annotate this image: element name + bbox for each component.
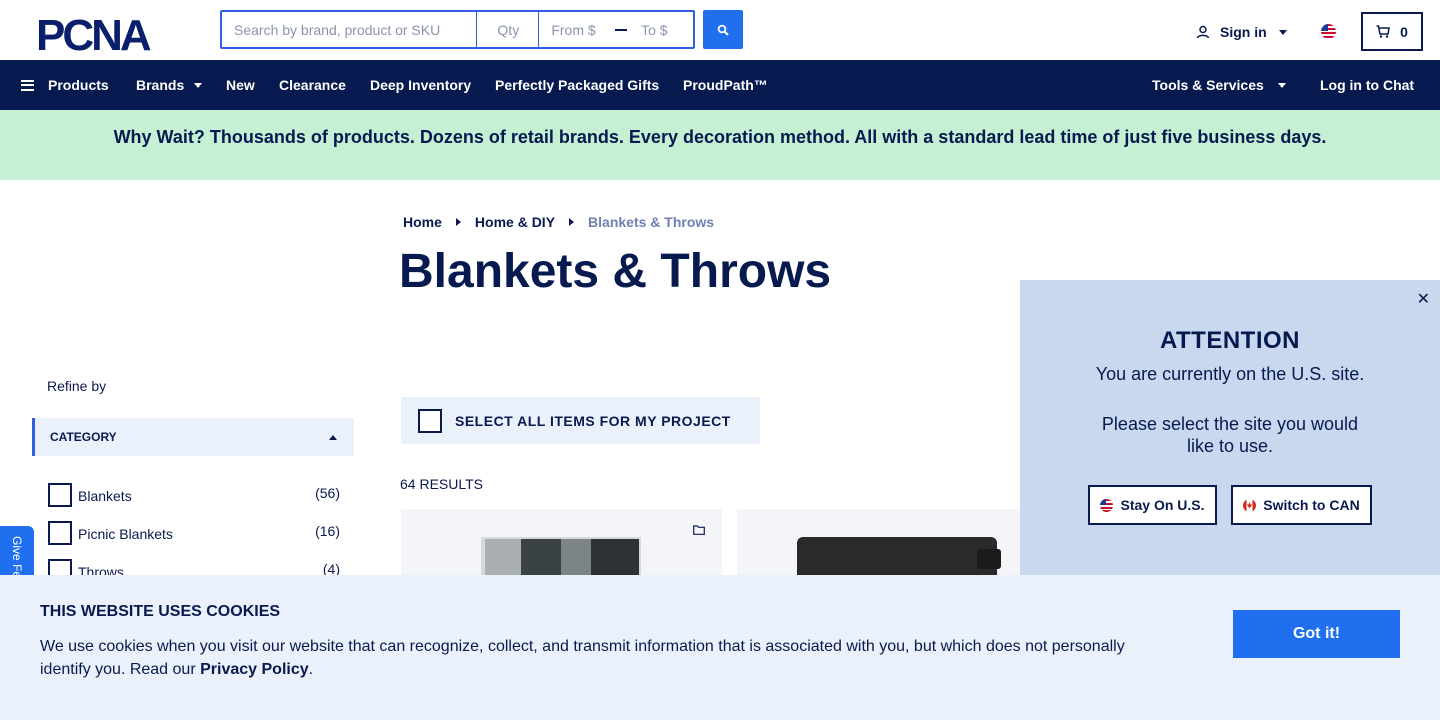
nav-new[interactable]: New bbox=[226, 60, 255, 110]
sign-in-menu[interactable]: Sign in bbox=[1196, 22, 1287, 42]
facet-count: (16) bbox=[315, 523, 340, 539]
cookie-title: THIS WEBSITE USES COOKIES bbox=[40, 603, 281, 620]
region-attention-panel: ✕ ATTENTION You are currently on the U.S… bbox=[1020, 280, 1440, 580]
nav-clearance[interactable]: Clearance bbox=[279, 60, 346, 110]
chevron-right-icon bbox=[455, 218, 461, 226]
nav-chat-login[interactable]: Log in to Chat bbox=[1320, 60, 1414, 110]
nav-tools-label: Tools & Services bbox=[1152, 77, 1264, 93]
checkbox[interactable] bbox=[48, 483, 72, 507]
user-icon bbox=[1196, 25, 1210, 39]
promo-text: Why Wait? Thousands of products. Dozens … bbox=[113, 126, 1327, 147]
nav-chat-label: Log in to Chat bbox=[1320, 77, 1415, 93]
facet-count: (56) bbox=[315, 485, 340, 501]
folder-icon[interactable] bbox=[693, 525, 705, 535]
price-from-input[interactable]: From $ bbox=[539, 12, 609, 47]
us-flag-icon[interactable] bbox=[1321, 24, 1336, 39]
stay-us-label: Stay On U.S. bbox=[1120, 497, 1205, 513]
promo-banner: Why Wait? Thousands of products. Dozens … bbox=[0, 110, 1440, 180]
site-header: PCNA Search by brand, product or SKU Qty… bbox=[0, 0, 1440, 60]
nav-deep-inventory-label: Deep Inventory bbox=[370, 77, 472, 93]
menu-icon bbox=[21, 79, 34, 91]
search-icon bbox=[717, 24, 729, 36]
nav-gifts[interactable]: Perfectly Packaged Gifts bbox=[495, 60, 659, 110]
switch-can-label: Switch to CAN bbox=[1263, 497, 1360, 513]
search-button[interactable] bbox=[703, 10, 743, 49]
pcna-logo[interactable]: PCNA bbox=[36, 11, 186, 60]
select-all-items[interactable]: SELECT ALL ITEMS FOR MY PROJECT bbox=[401, 397, 760, 444]
nav-proudpath-label: ProudPath™ bbox=[683, 77, 768, 93]
nav-tools-services[interactable]: Tools & Services bbox=[1152, 60, 1286, 110]
got-it-button[interactable]: Got it! bbox=[1233, 610, 1400, 658]
attention-prompt: Please select the site you would like to… bbox=[1101, 414, 1359, 456]
chevron-down-icon bbox=[1277, 82, 1286, 88]
facet-label: Picnic Blankets bbox=[78, 526, 173, 542]
chevron-down-icon bbox=[1278, 29, 1287, 35]
breadcrumb-home[interactable]: Home bbox=[403, 214, 442, 230]
breadcrumb: Home Home & DIY Blankets & Throws bbox=[403, 214, 714, 230]
breadcrumb-home-diy[interactable]: Home & DIY bbox=[475, 214, 555, 230]
page-title: Blankets & Throws bbox=[399, 245, 832, 298]
stay-us-button[interactable]: Stay On U.S. bbox=[1088, 485, 1217, 525]
nav-products-label: Products bbox=[48, 77, 109, 93]
nav-proudpath[interactable]: ProudPath™ bbox=[683, 60, 768, 110]
breadcrumb-current: Blankets & Throws bbox=[588, 214, 715, 230]
sign-in-label: Sign in bbox=[1220, 24, 1267, 40]
search-input[interactable]: Search by brand, product or SKU bbox=[222, 12, 478, 47]
nav-new-label: New bbox=[226, 77, 255, 93]
checkbox[interactable] bbox=[48, 521, 72, 545]
nav-brands-label: Brands bbox=[136, 77, 185, 93]
cookie-period: . bbox=[308, 661, 314, 678]
category-header-label: CATEGORY bbox=[50, 430, 117, 444]
privacy-policy-link[interactable]: Privacy Policy bbox=[200, 661, 309, 678]
chevron-down-icon bbox=[194, 82, 203, 88]
close-icon[interactable]: ✕ bbox=[1417, 289, 1430, 309]
checkbox[interactable] bbox=[418, 408, 442, 433]
refine-label: Refine by bbox=[47, 378, 107, 394]
canada-flag-icon bbox=[1243, 498, 1257, 512]
attention-message: You are currently on the U.S. site. bbox=[1095, 364, 1365, 384]
range-dash bbox=[609, 12, 633, 47]
results-count: 64 RESULTS bbox=[400, 476, 483, 492]
cookie-banner: THIS WEBSITE USES COOKIES We use cookies… bbox=[0, 575, 1440, 720]
select-all-label: SELECT ALL ITEMS FOR MY PROJECT bbox=[455, 412, 731, 429]
chevron-up-icon bbox=[329, 435, 337, 440]
facet-picnic-blankets[interactable]: Picnic Blankets (16) bbox=[48, 521, 340, 545]
nav-clearance-label: Clearance bbox=[279, 77, 346, 93]
nav-products[interactable]: Products bbox=[21, 60, 109, 110]
price-to-input[interactable]: To $ bbox=[633, 12, 693, 47]
search-bar: Search by brand, product or SKU Qty From… bbox=[220, 10, 695, 49]
category-filter-header[interactable]: CATEGORY bbox=[32, 418, 354, 456]
cart-icon bbox=[1376, 25, 1390, 38]
switch-can-button[interactable]: Switch to CAN bbox=[1231, 485, 1372, 525]
chevron-right-icon bbox=[569, 218, 575, 226]
facet-blankets[interactable]: Blankets (56) bbox=[48, 483, 340, 507]
qty-input[interactable]: Qty bbox=[477, 12, 540, 47]
nav-gifts-label: Perfectly Packaged Gifts bbox=[495, 77, 660, 93]
svg-text:PCNA: PCNA bbox=[36, 12, 151, 52]
nav-brands[interactable]: Brands bbox=[136, 60, 203, 110]
facet-label: Blankets bbox=[78, 488, 132, 504]
main-nav: Products Brands New Clearance Deep Inven… bbox=[0, 60, 1440, 110]
us-flag-icon bbox=[1100, 498, 1114, 512]
cookie-text: We use cookies when you visit our websit… bbox=[40, 635, 1170, 681]
nav-deep-inventory[interactable]: Deep Inventory bbox=[370, 60, 471, 110]
cart-count: 0 bbox=[1400, 23, 1408, 40]
attention-title: ATTENTION bbox=[1159, 327, 1301, 354]
cart-button[interactable]: 0 bbox=[1361, 12, 1423, 51]
